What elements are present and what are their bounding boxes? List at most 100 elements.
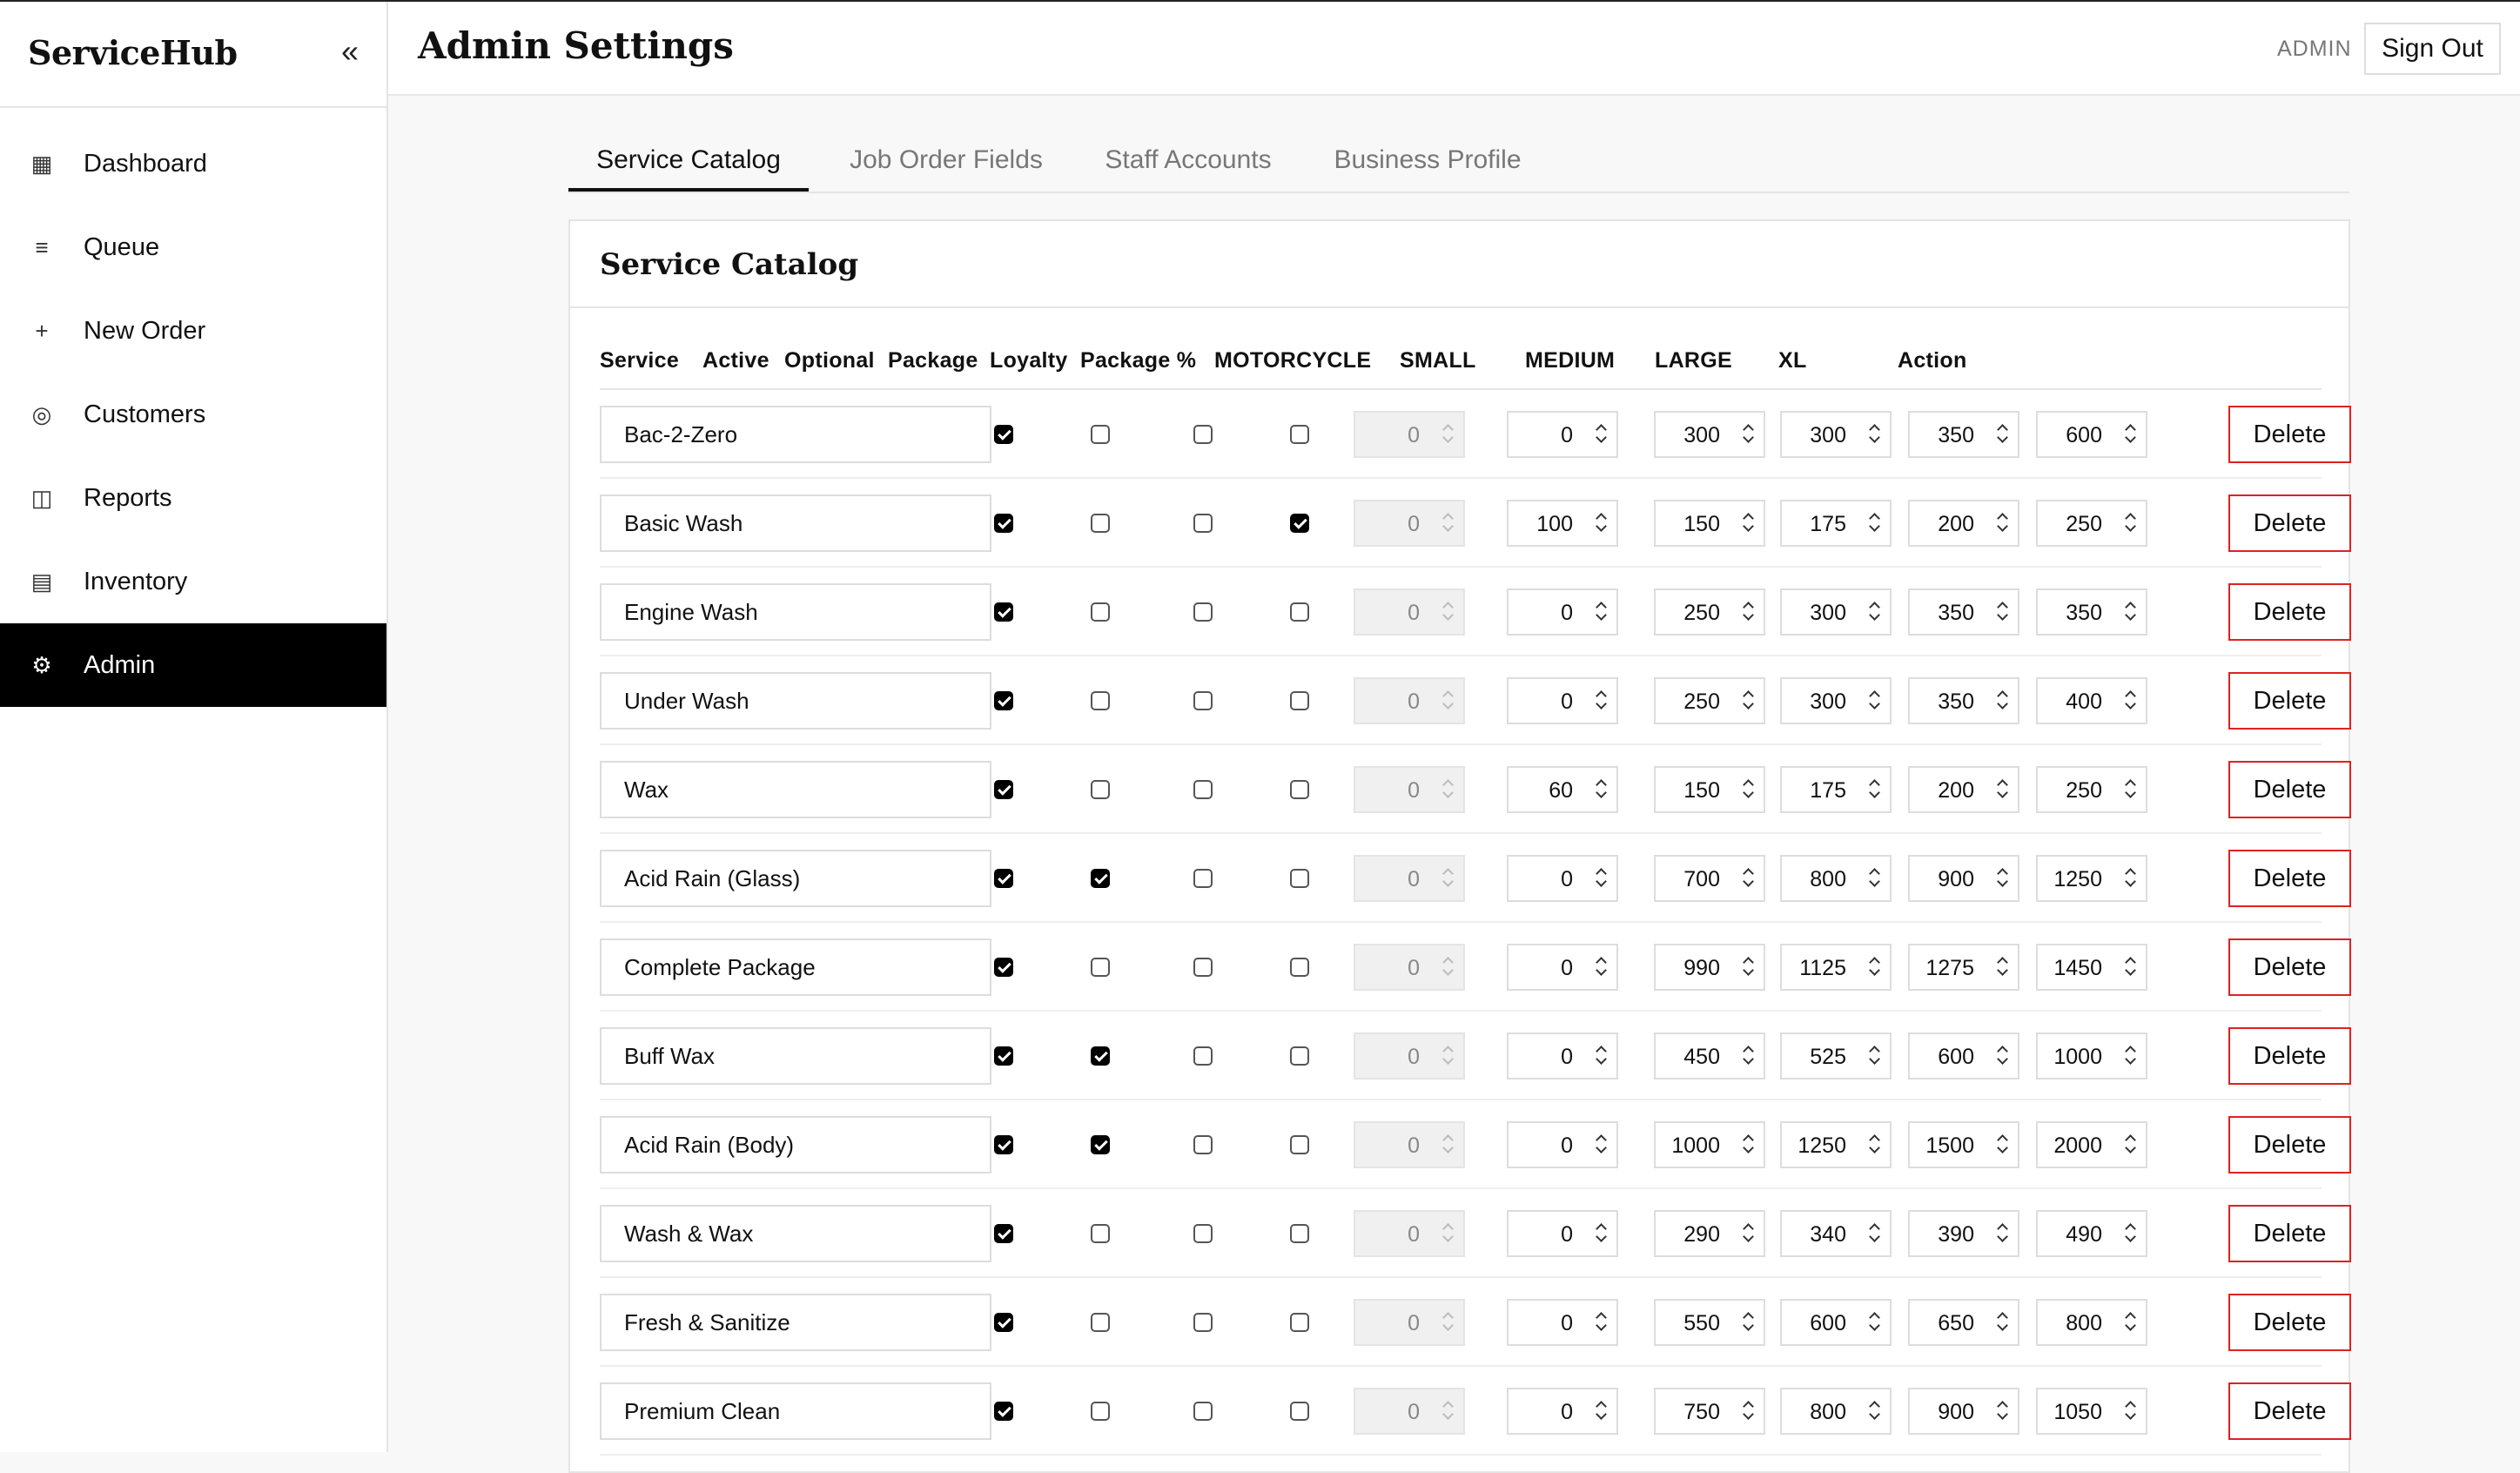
active-checkbox[interactable]: [994, 1313, 1013, 1332]
package-checkbox[interactable]: [1193, 1135, 1213, 1154]
spinner-arrows-icon[interactable]: [1995, 688, 2009, 714]
spinner-arrows-icon[interactable]: [1867, 954, 1881, 980]
delete-button[interactable]: Delete: [2228, 583, 2351, 641]
optional-checkbox[interactable]: [1091, 514, 1110, 533]
sign-out-button[interactable]: Sign Out: [2364, 23, 2501, 75]
package-checkbox[interactable]: [1193, 514, 1213, 533]
loyalty-checkbox[interactable]: [1290, 780, 1309, 799]
package-checkbox[interactable]: [1193, 1402, 1213, 1421]
spinner-arrows-icon[interactable]: [1995, 1221, 2009, 1247]
large-price-input[interactable]: 350: [1908, 411, 2019, 458]
spinner-arrows-icon[interactable]: [1867, 1132, 1881, 1158]
motorcycle-price-input[interactable]: 100: [1507, 500, 1618, 547]
package-checkbox[interactable]: [1193, 425, 1213, 444]
spinner-arrows-icon[interactable]: [1741, 954, 1755, 980]
spinner-arrows-icon[interactable]: [1867, 1398, 1881, 1424]
active-checkbox[interactable]: [994, 1135, 1013, 1154]
spinner-arrows-icon[interactable]: [1594, 421, 1608, 447]
spinner-arrows-icon[interactable]: [1995, 510, 2009, 536]
xl-price-input[interactable]: 2000: [2036, 1121, 2147, 1168]
service-name-input[interactable]: Basic Wash: [600, 494, 991, 552]
medium-price-input[interactable]: 800: [1780, 1388, 1892, 1435]
small-price-input[interactable]: 150: [1654, 766, 1765, 813]
motorcycle-price-input[interactable]: 0: [1507, 1388, 1618, 1435]
tab-staff-accounts[interactable]: Staff Accounts: [1087, 131, 1289, 190]
package-checkbox[interactable]: [1193, 1224, 1213, 1243]
active-checkbox[interactable]: [994, 514, 1013, 533]
tab-business-profile[interactable]: Business Profile: [1318, 131, 1537, 190]
motorcycle-price-input[interactable]: 0: [1507, 1299, 1618, 1346]
spinner-arrows-icon[interactable]: [1867, 1221, 1881, 1247]
motorcycle-price-input[interactable]: 0: [1507, 1032, 1618, 1080]
package-checkbox[interactable]: [1193, 780, 1213, 799]
xl-price-input[interactable]: 490: [2036, 1210, 2147, 1257]
loyalty-checkbox[interactable]: [1290, 958, 1309, 977]
spinner-arrows-icon[interactable]: [1995, 1132, 2009, 1158]
spinner-arrows-icon[interactable]: [1594, 1309, 1608, 1335]
medium-price-input[interactable]: 340: [1780, 1210, 1892, 1257]
service-name-input[interactable]: Acid Rain (Glass): [600, 850, 991, 907]
service-name-input[interactable]: Complete Package: [600, 938, 991, 996]
small-price-input[interactable]: 550: [1654, 1299, 1765, 1346]
spinner-arrows-icon[interactable]: [1594, 1043, 1608, 1069]
loyalty-checkbox[interactable]: [1290, 1135, 1309, 1154]
spinner-arrows-icon[interactable]: [1867, 688, 1881, 714]
motorcycle-price-input[interactable]: 0: [1507, 1210, 1618, 1257]
service-name-input[interactable]: Premium Clean: [600, 1382, 991, 1440]
service-name-input[interactable]: Acid Rain (Body): [600, 1116, 991, 1174]
loyalty-checkbox[interactable]: [1290, 691, 1309, 710]
collapse-sidebar-icon[interactable]: «: [341, 33, 359, 70]
spinner-arrows-icon[interactable]: [1594, 777, 1608, 803]
package-checkbox[interactable]: [1193, 958, 1213, 977]
spinner-arrows-icon[interactable]: [1741, 1398, 1755, 1424]
loyalty-checkbox[interactable]: [1290, 1313, 1309, 1332]
large-price-input[interactable]: 350: [1908, 677, 2019, 724]
delete-button[interactable]: Delete: [2228, 761, 2351, 818]
spinner-arrows-icon[interactable]: [2123, 421, 2137, 447]
motorcycle-price-input[interactable]: 0: [1507, 677, 1618, 724]
motorcycle-price-input[interactable]: 0: [1507, 855, 1618, 902]
spinner-arrows-icon[interactable]: [1867, 1043, 1881, 1069]
tab-service-catalog[interactable]: Service Catalog: [568, 131, 809, 192]
optional-checkbox[interactable]: [1091, 691, 1110, 710]
sidebar-item-inventory[interactable]: ▤ Inventory: [0, 540, 386, 623]
optional-checkbox[interactable]: [1091, 1224, 1110, 1243]
active-checkbox[interactable]: [994, 425, 1013, 444]
delete-button[interactable]: Delete: [2228, 406, 2351, 463]
spinner-arrows-icon[interactable]: [2123, 599, 2137, 625]
optional-checkbox[interactable]: [1091, 1313, 1110, 1332]
spinner-arrows-icon[interactable]: [1741, 865, 1755, 891]
loyalty-checkbox[interactable]: [1290, 869, 1309, 888]
package-checkbox[interactable]: [1193, 869, 1213, 888]
xl-price-input[interactable]: 1250: [2036, 855, 2147, 902]
large-price-input[interactable]: 650: [1908, 1299, 2019, 1346]
motorcycle-price-input[interactable]: 0: [1507, 944, 1618, 991]
large-price-input[interactable]: 900: [1908, 1388, 2019, 1435]
service-name-input[interactable]: Bac-2-Zero: [600, 406, 991, 463]
small-price-input[interactable]: 150: [1654, 500, 1765, 547]
package-checkbox[interactable]: [1193, 1313, 1213, 1332]
sidebar-item-new-order[interactable]: + New Order: [0, 289, 386, 373]
motorcycle-price-input[interactable]: 0: [1507, 411, 1618, 458]
medium-price-input[interactable]: 1250: [1780, 1121, 1892, 1168]
active-checkbox[interactable]: [994, 958, 1013, 977]
spinner-arrows-icon[interactable]: [1995, 599, 2009, 625]
active-checkbox[interactable]: [994, 691, 1013, 710]
spinner-arrows-icon[interactable]: [2123, 1398, 2137, 1424]
large-price-input[interactable]: 350: [1908, 589, 2019, 636]
xl-price-input[interactable]: 250: [2036, 766, 2147, 813]
spinner-arrows-icon[interactable]: [1741, 421, 1755, 447]
small-price-input[interactable]: 450: [1654, 1032, 1765, 1080]
spinner-arrows-icon[interactable]: [1741, 1221, 1755, 1247]
delete-button[interactable]: Delete: [2228, 494, 2351, 552]
delete-button[interactable]: Delete: [2228, 1205, 2351, 1262]
active-checkbox[interactable]: [994, 1046, 1013, 1066]
spinner-arrows-icon[interactable]: [1867, 1309, 1881, 1335]
active-checkbox[interactable]: [994, 780, 1013, 799]
spinner-arrows-icon[interactable]: [2123, 1043, 2137, 1069]
spinner-arrows-icon[interactable]: [2123, 1221, 2137, 1247]
spinner-arrows-icon[interactable]: [2123, 865, 2137, 891]
optional-checkbox[interactable]: [1091, 1046, 1110, 1066]
spinner-arrows-icon[interactable]: [1594, 510, 1608, 536]
medium-price-input[interactable]: 175: [1780, 500, 1892, 547]
